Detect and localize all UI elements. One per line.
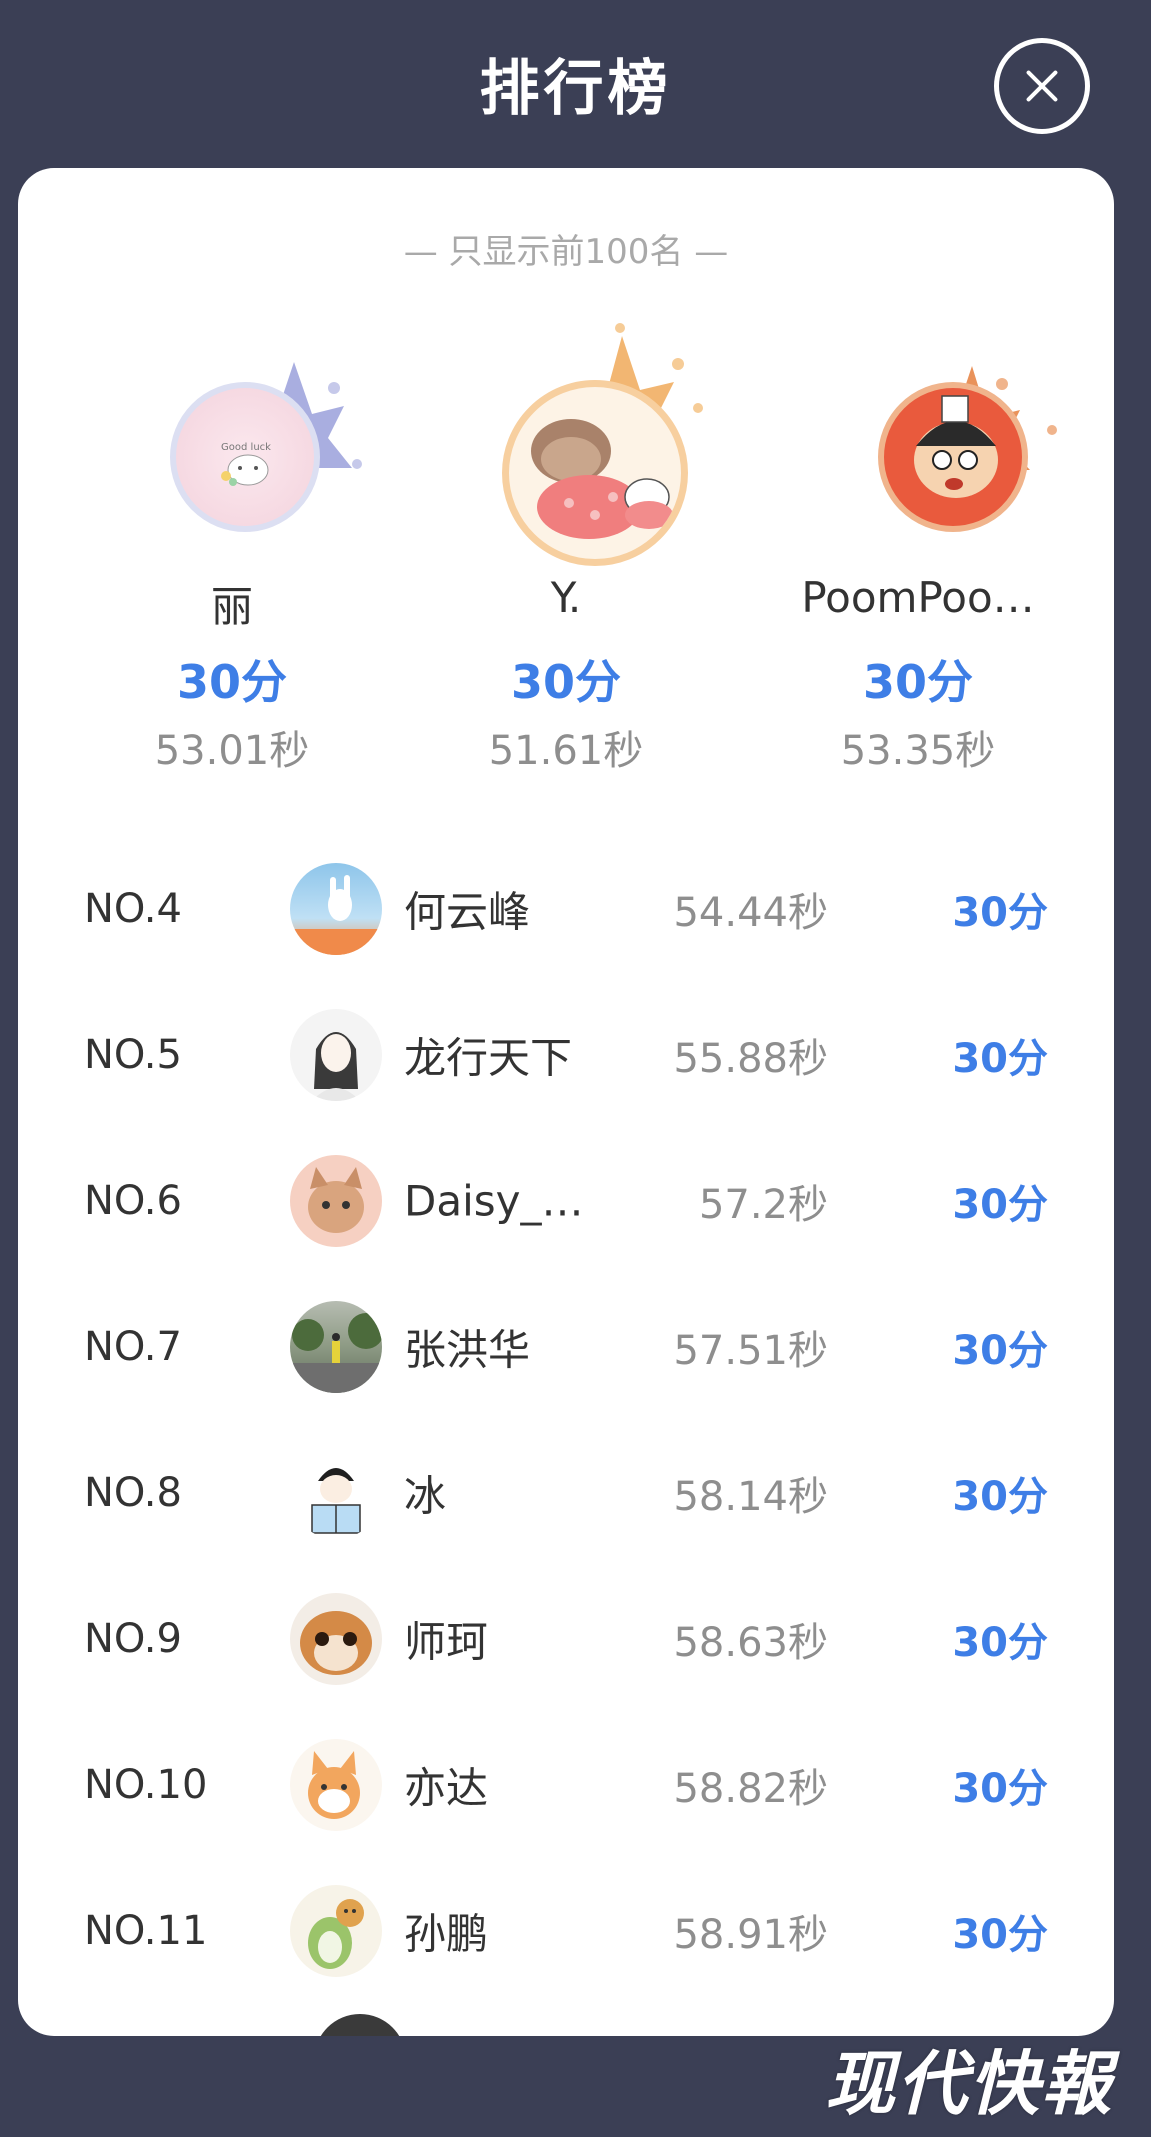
player-score: 30分	[952, 890, 1048, 936]
player-score: 30分	[952, 1182, 1048, 1228]
rank-label: NO.5	[84, 1032, 182, 1078]
player-time: 58.14秒	[673, 1474, 828, 1520]
player-score: 30分	[952, 1766, 1048, 1812]
list-item[interactable]: NO.11 孙鹏 58.91秒 30分	[18, 1858, 1114, 2004]
watermark-logo: 现代快報	[825, 2042, 1113, 2125]
podium-name: 丽	[210, 582, 253, 631]
podium-name: PoomPoo…	[801, 573, 1035, 622]
avatar	[314, 2014, 406, 2036]
avatar	[290, 1593, 382, 1685]
player-name: 龙行天下	[404, 1033, 573, 1083]
player-name: 亦达	[404, 1763, 489, 1813]
avatar	[290, 1739, 382, 1831]
list-item[interactable]: NO.5 龙行天下 55.88秒 30分	[18, 982, 1114, 1128]
rank-label: NO.10	[84, 1762, 208, 1808]
player-name: 张洪华	[404, 1325, 531, 1375]
avatar	[290, 1885, 382, 1977]
list-item[interactable]: NO.6 Daisy_… 57.2秒 30分	[18, 1128, 1114, 1274]
player-time: 57.51秒	[673, 1328, 828, 1374]
player-time: 54.44秒	[673, 890, 828, 936]
close-icon[interactable]	[994, 38, 1090, 134]
player-name: 何云峰	[404, 887, 531, 937]
player-time: 58.91秒	[673, 1912, 828, 1958]
avatar	[878, 382, 1028, 532]
rank-label: NO.6	[84, 1178, 182, 1224]
player-score: 30分	[952, 1620, 1048, 1666]
list-item[interactable]: NO.4 何云峰 54.44秒 30分	[18, 836, 1114, 982]
rank-label: NO.9	[84, 1616, 182, 1662]
player-time: 57.2秒	[698, 1182, 828, 1228]
player-time: 58.82秒	[673, 1766, 828, 1812]
player-time: 55.88秒	[673, 1036, 828, 1082]
top100-note: — 只显示前100名 —	[403, 232, 729, 272]
player-score: 30分	[952, 1474, 1048, 1520]
list-item[interactable]: NO.9 师珂 58.63秒 30分	[18, 1566, 1114, 1712]
list-item[interactable]: NO.10 亦达 58.82秒 30分	[18, 1712, 1114, 1858]
player-time: 58.63秒	[673, 1620, 828, 1666]
player-score: 30分	[952, 1036, 1048, 1082]
avatar	[290, 1447, 382, 1539]
rank-label: NO.7	[84, 1324, 182, 1370]
avatar	[290, 1009, 382, 1101]
player-score: 30分	[952, 1328, 1048, 1374]
avatar: Good luck	[170, 382, 320, 532]
player-name: 师珂	[404, 1617, 489, 1667]
podium-score: 30分	[862, 655, 973, 709]
player-name: 孙鹏	[404, 1909, 489, 1959]
podium-time: 53.35秒	[840, 728, 996, 774]
player-score: 30分	[952, 1912, 1048, 1958]
rank-label: NO.11	[84, 1908, 208, 1954]
podium-score: 30分	[510, 655, 621, 709]
leaderboard-screen: 排行榜 — 只显示前100名 — 2	[0, 0, 1151, 2137]
podium-time: 51.61秒	[488, 728, 644, 774]
podium-name: Y.	[550, 573, 582, 622]
page-title: 排行榜	[479, 54, 672, 124]
avatar	[502, 380, 688, 566]
rank-label: NO.8	[84, 1470, 182, 1516]
leaderboard-card: — 只显示前100名 — 2 Good luck	[18, 168, 1114, 2036]
podium-time: 53.01秒	[154, 728, 310, 774]
list-item[interactable]: NO.7 张洪华 57.51秒 30分	[18, 1274, 1114, 1420]
player-name: 冰	[404, 1471, 447, 1521]
avatar	[290, 1155, 382, 1247]
avatar	[290, 863, 382, 955]
rank-label: NO.4	[84, 886, 182, 932]
list-item[interactable]: NO.8 冰 58.14秒 30分	[18, 1420, 1114, 1566]
avatar	[290, 1301, 382, 1393]
player-name: Daisy_…	[404, 1176, 584, 1226]
svg-text:Good luck: Good luck	[221, 442, 271, 453]
podium-score: 30分	[176, 655, 287, 709]
